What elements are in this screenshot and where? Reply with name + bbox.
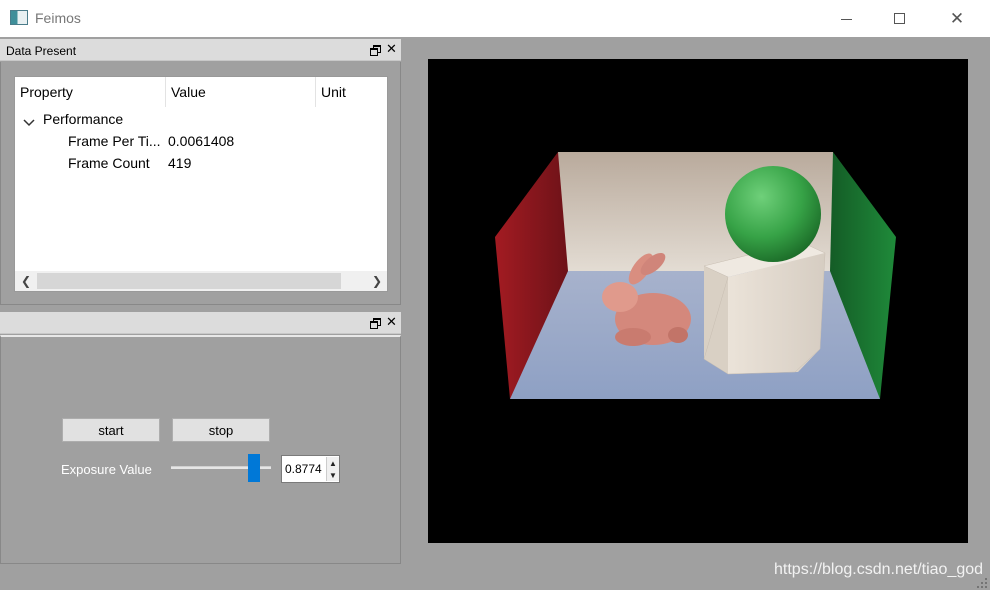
- render-viewport[interactable]: [428, 59, 968, 543]
- scroll-left-icon[interactable]: ❮: [21, 274, 31, 288]
- dock-close-icon[interactable]: ✕: [386, 41, 397, 57]
- tree-row-value: 0.0061408: [168, 133, 235, 149]
- maximize-button[interactable]: [876, 0, 922, 37]
- exposure-value[interactable]: 0.8774: [285, 462, 322, 476]
- dock-title: Data Present: [6, 44, 77, 58]
- spin-down-icon[interactable]: ▼: [326, 469, 339, 481]
- tree-row-property[interactable]: Frame Per Ti...: [68, 130, 161, 152]
- column-header-value[interactable]: Value: [165, 77, 315, 107]
- data-present-dock-header: Data Present ✕: [0, 39, 401, 61]
- control-dock-body: [0, 335, 401, 564]
- start-button[interactable]: start: [62, 418, 160, 442]
- rendered-scene: [495, 152, 896, 399]
- title-bar: Feimos ✕: [0, 0, 990, 37]
- minimize-button[interactable]: [823, 0, 869, 37]
- tree-row-property[interactable]: Frame Count: [68, 152, 150, 174]
- property-tree[interactable]: Property Value Unit Performance Frame Pe…: [14, 76, 388, 292]
- floor-surface: [510, 271, 880, 399]
- green-sphere: [725, 166, 821, 262]
- control-dock-header: ✕: [0, 312, 401, 334]
- dock-close-icon[interactable]: ✕: [386, 314, 397, 330]
- close-icon: ✕: [949, 9, 965, 28]
- exposure-spinbox[interactable]: 0.8774 ▲ ▼: [281, 455, 340, 483]
- resize-grip-icon[interactable]: [976, 577, 988, 589]
- scroll-right-icon[interactable]: ❯: [372, 274, 382, 288]
- close-window-button[interactable]: ✕: [934, 0, 980, 37]
- minimize-icon: [840, 19, 852, 20]
- column-header-property[interactable]: Property: [15, 77, 165, 107]
- window-title: Feimos: [35, 10, 81, 26]
- scrollbar-thumb[interactable]: [37, 273, 341, 289]
- tree-header: Property Value Unit: [15, 77, 387, 107]
- maximize-icon: [893, 13, 905, 24]
- exposure-slider-handle[interactable]: [248, 454, 260, 482]
- exposure-label: Exposure Value: [61, 462, 152, 477]
- app-window-icon: [10, 10, 28, 25]
- tree-group-performance[interactable]: Performance: [43, 108, 123, 130]
- dock-float-icon[interactable]: [370, 45, 381, 56]
- stop-button[interactable]: stop: [172, 418, 270, 442]
- column-header-unit[interactable]: Unit: [315, 77, 387, 107]
- dock-float-icon[interactable]: [370, 318, 381, 329]
- box-side: [704, 266, 728, 374]
- horizontal-scrollbar[interactable]: ❮ ❯: [15, 271, 387, 291]
- watermark: https://blog.csdn.net/tiao_god: [774, 561, 984, 578]
- chevron-down-icon[interactable]: [23, 117, 35, 129]
- tree-row-value: 419: [168, 155, 192, 171]
- spin-up-icon[interactable]: ▲: [326, 457, 339, 469]
